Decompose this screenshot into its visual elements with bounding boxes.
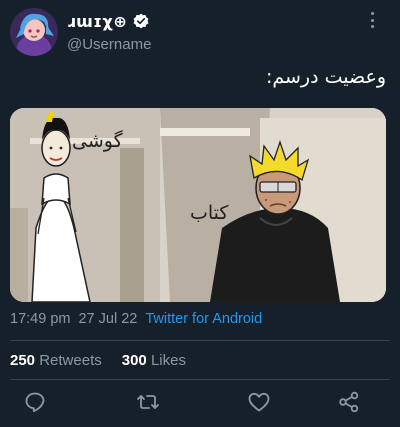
like-button[interactable] <box>247 390 271 414</box>
tweet-text: وعضیت درسم: <box>265 66 386 88</box>
divider-top <box>10 340 390 341</box>
tweet-media-image[interactable]: گوشی کتاب <box>10 108 386 302</box>
divider-bottom <box>10 379 390 380</box>
author-display-name[interactable]: ɹɯɪχ⊕ <box>67 12 127 31</box>
reply-icon <box>25 392 45 413</box>
tweet-action-bar <box>0 388 400 418</box>
retweets-stat[interactable]: 250 Retweets <box>10 352 102 369</box>
heart-icon <box>248 392 270 412</box>
verified-badge-icon <box>133 13 149 29</box>
likes-count: 300 <box>121 352 147 369</box>
likes-label: Likes <box>150 352 186 369</box>
retweets-count: 250 <box>10 352 36 369</box>
avatar-character-icon <box>10 8 58 56</box>
tweet-time: 17:49 pm <box>10 311 71 327</box>
media-label-book: کتاب <box>190 202 229 224</box>
author-handle[interactable]: @Username <box>67 36 151 53</box>
tweet-meta: 17:49 pm 27 Jul 22 Twitter for Android <box>10 311 262 327</box>
retweets-label: Retweets <box>39 352 102 369</box>
reply-button[interactable] <box>23 390 47 414</box>
more-options-icon[interactable] <box>364 10 380 30</box>
retweet-button[interactable] <box>136 390 160 414</box>
share-button[interactable] <box>337 390 361 414</box>
retweet-icon <box>137 395 159 409</box>
tweet-stats: 250 Retweets 300 Likes <box>10 352 186 369</box>
tweet-date: 27 Jul 22 <box>78 311 138 327</box>
share-icon <box>339 391 359 413</box>
author-avatar[interactable] <box>10 8 58 56</box>
tweet-source-link[interactable]: Twitter for Android <box>145 311 262 327</box>
media-label-phone: گوشی <box>72 130 123 152</box>
author-name-row: ɹɯɪχ⊕ <box>67 10 149 32</box>
likes-stat[interactable]: 300 Likes <box>122 352 186 369</box>
